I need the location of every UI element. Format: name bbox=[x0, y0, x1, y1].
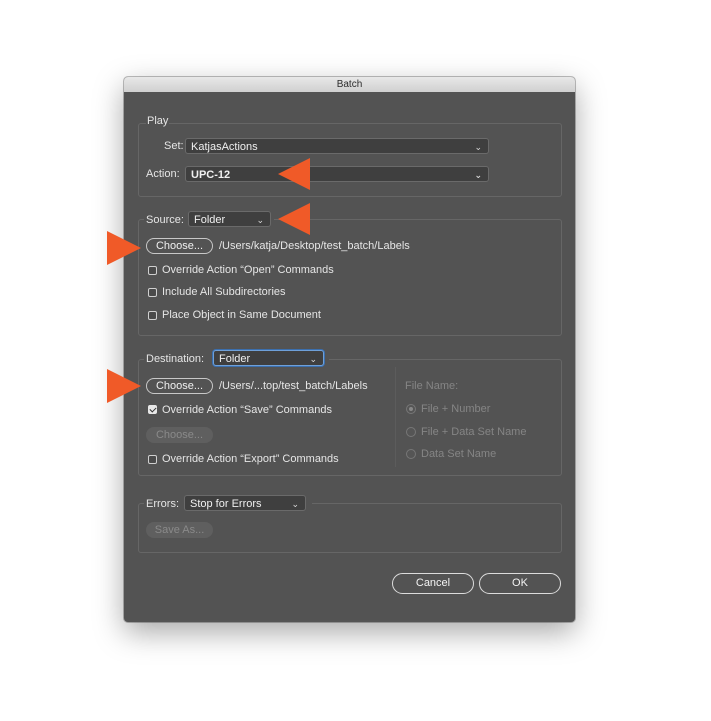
arrow-annotation-icon bbox=[107, 369, 141, 403]
errors-select[interactable]: Stop for Errors ⌄ bbox=[184, 495, 306, 511]
source-choose-button[interactable]: Choose... bbox=[146, 238, 213, 254]
chevron-down-icon: ⌄ bbox=[474, 142, 482, 152]
override-export-label: Override Action “Export” Commands bbox=[162, 453, 339, 465]
override-export-checkbox[interactable] bbox=[148, 455, 157, 464]
action-select[interactable]: UPC-12 ⌄ bbox=[185, 166, 489, 182]
chevron-down-icon: ⌄ bbox=[256, 215, 264, 225]
errors-value: Stop for Errors bbox=[190, 498, 262, 510]
file-number-radio bbox=[406, 404, 416, 414]
chevron-down-icon: ⌄ bbox=[291, 499, 299, 509]
override-open-label: Override Action “Open” Commands bbox=[162, 264, 334, 276]
play-legend: Play bbox=[146, 115, 170, 127]
override-save-checkbox[interactable] bbox=[148, 405, 157, 414]
source-select[interactable]: Folder ⌄ bbox=[188, 211, 271, 227]
chevron-down-icon: ⌄ bbox=[309, 354, 317, 364]
action-label: Action: bbox=[146, 168, 180, 180]
set-select[interactable]: KatjasActions ⌄ bbox=[185, 138, 489, 154]
dataset-name-radio bbox=[406, 449, 416, 459]
destination-path: /Users/...top/test_batch/Labels bbox=[219, 380, 368, 392]
override-open-checkbox[interactable] bbox=[148, 266, 157, 275]
place-same-document-checkbox[interactable] bbox=[148, 311, 157, 320]
file-dataset-radio bbox=[406, 427, 416, 437]
set-label: Set: bbox=[164, 140, 184, 152]
override-save-label: Override Action “Save” Commands bbox=[162, 404, 332, 416]
dialog-title: Batch bbox=[124, 77, 575, 92]
arrow-annotation-icon bbox=[107, 231, 141, 265]
file-name-label: File Name: bbox=[405, 380, 459, 392]
file-dataset-label: File + Data Set Name bbox=[421, 426, 527, 438]
action-value: UPC-12 bbox=[191, 169, 231, 181]
save-as-button: Save As... bbox=[146, 522, 213, 538]
set-value: KatjasActions bbox=[191, 141, 258, 153]
place-same-document-label: Place Object in Same Document bbox=[162, 309, 321, 321]
source-path: /Users/katja/Desktop/test_batch/Labels bbox=[219, 240, 410, 252]
chevron-down-icon: ⌄ bbox=[474, 170, 482, 180]
destination-choose-disabled-button: Choose... bbox=[146, 427, 213, 443]
ok-button[interactable]: OK bbox=[479, 573, 561, 594]
destination-select[interactable]: Folder ⌄ bbox=[213, 350, 324, 366]
destination-value: Folder bbox=[219, 353, 251, 365]
source-value: Folder bbox=[194, 214, 226, 226]
batch-dialog: Batch Play Set: KatjasActions ⌄ Action: … bbox=[124, 77, 575, 622]
source-label: Source: bbox=[146, 214, 184, 226]
include-subdirectories-checkbox[interactable] bbox=[148, 288, 157, 297]
arrow-annotation-icon bbox=[278, 158, 310, 190]
file-number-label: File + Number bbox=[421, 403, 491, 415]
destination-label: Destination: bbox=[146, 353, 205, 365]
file-name-divider bbox=[395, 367, 396, 467]
dataset-name-label: Data Set Name bbox=[421, 448, 497, 460]
errors-label: Errors: bbox=[146, 498, 179, 510]
destination-choose-button[interactable]: Choose... bbox=[146, 378, 213, 394]
play-group bbox=[138, 123, 562, 197]
include-subdirectories-label: Include All Subdirectories bbox=[162, 286, 286, 298]
arrow-annotation-icon bbox=[278, 203, 310, 235]
cancel-button[interactable]: Cancel bbox=[392, 573, 474, 594]
